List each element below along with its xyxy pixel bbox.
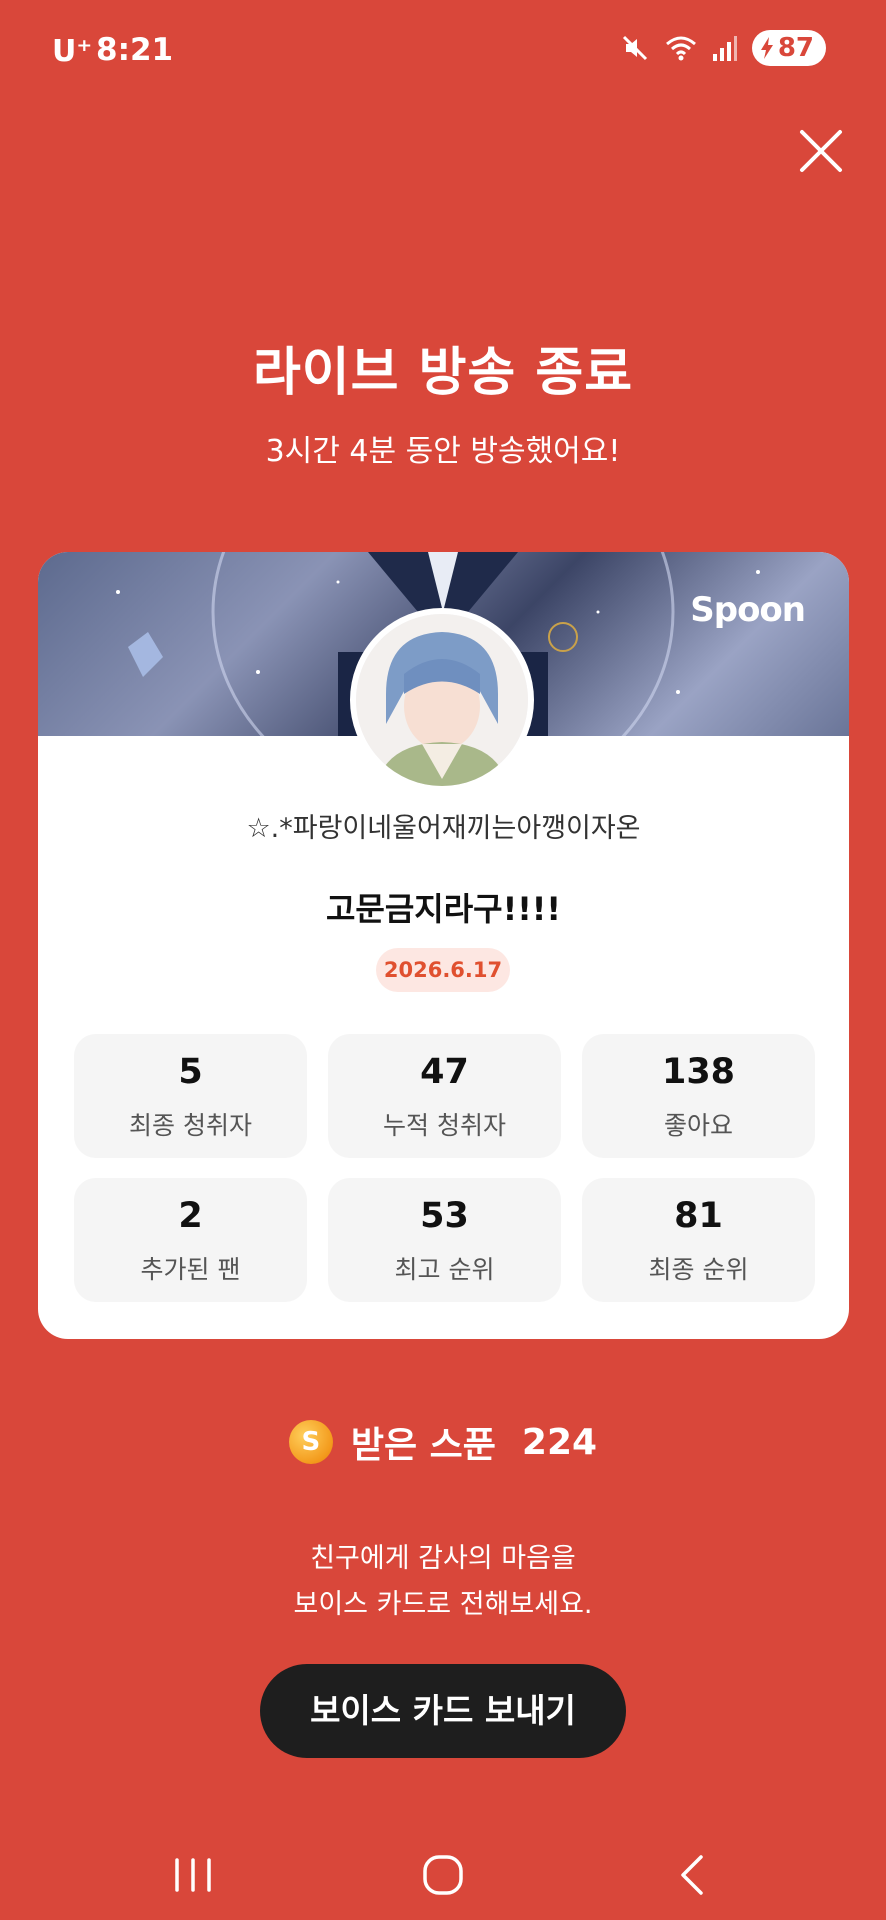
status-bar: U⁺ 8:21 87 xyxy=(0,0,886,104)
thanks-line-1: 친구에게 감사의 마음을 xyxy=(310,1543,576,1574)
stat-value: 138 xyxy=(661,1052,736,1092)
recent-apps-icon[interactable] xyxy=(163,1850,223,1900)
back-icon[interactable] xyxy=(663,1850,723,1900)
stat-likes: 138 좋아요 xyxy=(582,1034,815,1158)
home-icon[interactable] xyxy=(413,1850,473,1900)
wifi-icon xyxy=(665,36,696,61)
thanks-line-2: 보이스 카드로 전해보세요. xyxy=(293,1589,593,1620)
stat-label: 최종 순위 xyxy=(648,1255,749,1284)
received-spoons-label: 받은 스푼 xyxy=(350,1425,496,1466)
stats-grid: 5 최종 청취자 47 누적 청취자 138 좋아요 2 추가된 팬 53 최고… xyxy=(74,1034,815,1302)
date-badge: 2026.6.17 xyxy=(376,948,510,992)
charging-icon xyxy=(760,37,773,59)
stat-label: 좋아요 xyxy=(663,1111,733,1140)
avatar[interactable] xyxy=(350,608,534,792)
clock: 8:21 xyxy=(96,32,174,68)
spoon-coin-icon: S xyxy=(288,1420,333,1464)
signal-icon xyxy=(712,36,737,61)
stat-final-rank: 81 최종 순위 xyxy=(582,1178,815,1302)
stat-total-listeners: 47 누적 청취자 xyxy=(328,1034,561,1158)
close-icon[interactable] xyxy=(796,126,846,176)
received-spoons: S 받은 스푼 224 xyxy=(0,1416,886,1468)
stat-best-rank: 53 최고 순위 xyxy=(328,1178,561,1302)
battery-level: 87 xyxy=(777,33,814,63)
stat-value: 47 xyxy=(420,1052,469,1092)
mute-icon xyxy=(622,35,647,61)
stat-label: 추가된 팬 xyxy=(140,1255,241,1284)
stat-label: 누적 청취자 xyxy=(383,1111,506,1140)
thanks-message: 친구에게 감사의 마음을 보이스 카드로 전해보세요. xyxy=(0,1536,886,1628)
status-icons: 87 xyxy=(620,30,826,66)
carrier-label: U⁺ xyxy=(52,34,93,69)
system-nav-bar xyxy=(0,1830,886,1920)
stat-new-fans: 2 추가된 팬 xyxy=(74,1178,307,1302)
stat-value: 5 xyxy=(178,1052,203,1092)
stat-label: 최고 순위 xyxy=(394,1255,495,1284)
live-title: 고문금지라구!!!! xyxy=(325,890,561,928)
stat-final-listeners: 5 최종 청취자 xyxy=(74,1034,307,1158)
broadcast-summary-card: Spoon ☆.*파랑이네울어재끼는아깽이자온 고문금지라구!!!! 2026.… xyxy=(38,552,849,1339)
broadcast-duration: 3시간 4분 동안 방송했어요! xyxy=(265,434,621,469)
stat-value: 81 xyxy=(674,1196,723,1236)
send-voice-card-button[interactable]: 보이스 카드 보내기 xyxy=(260,1664,626,1758)
stat-value: 53 xyxy=(420,1196,469,1236)
stat-label: 최종 청취자 xyxy=(129,1111,252,1140)
page-title: 라이브 방송 종료 xyxy=(252,343,634,403)
stat-value: 2 xyxy=(178,1196,203,1236)
battery-indicator: 87 xyxy=(751,30,826,66)
dj-nickname: ☆.*파랑이네울어재끼는아깽이자온 xyxy=(246,813,641,844)
received-spoons-count: 224 xyxy=(521,1421,598,1463)
spoon-logo: Spoon xyxy=(690,590,806,630)
